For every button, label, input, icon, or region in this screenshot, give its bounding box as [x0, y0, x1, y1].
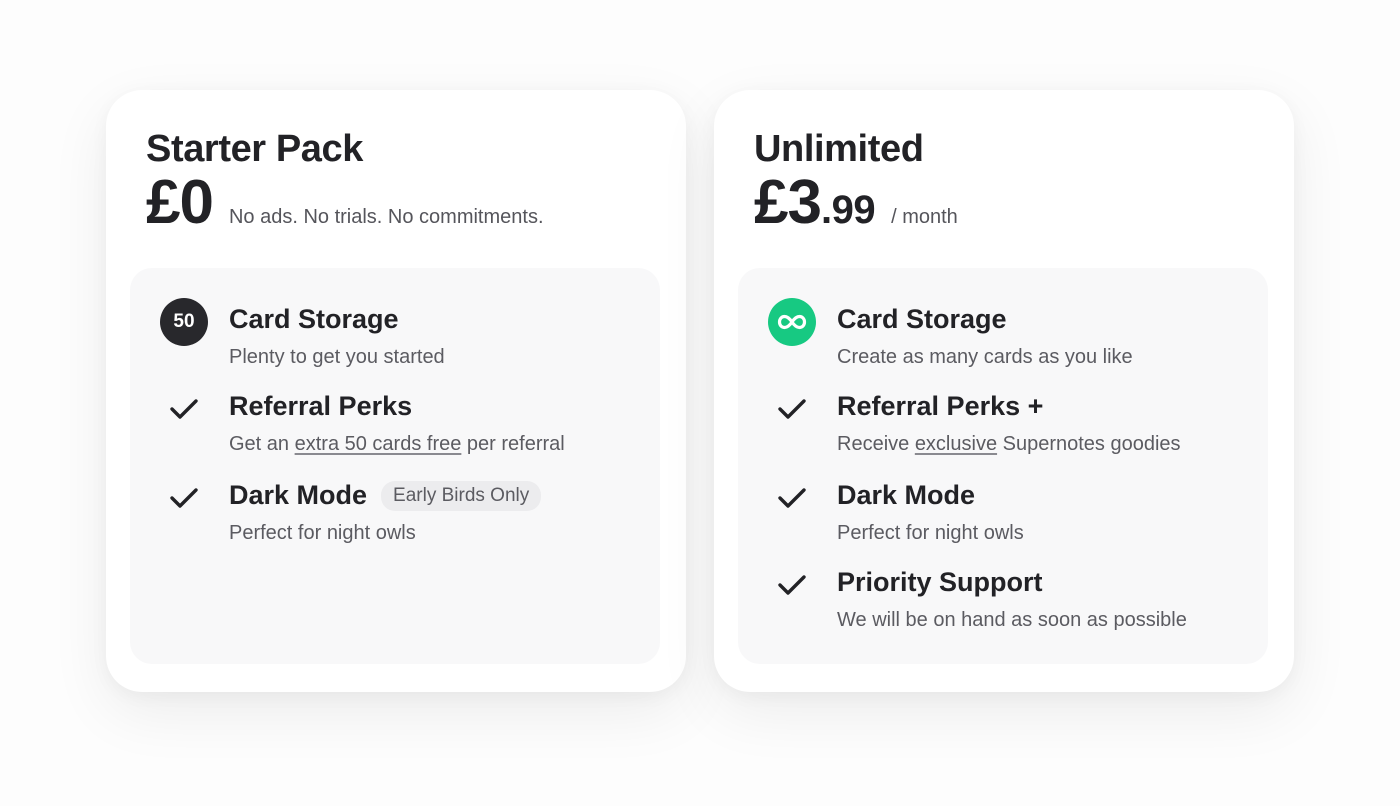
feature-title: Priority Support	[837, 567, 1043, 597]
check-icon	[160, 385, 208, 433]
desc-text: Receive	[837, 433, 915, 455]
feature-desc: Perfect for night owls	[837, 522, 1024, 544]
50-badge-icon: 50	[160, 298, 208, 346]
price-amount: £3	[754, 168, 822, 237]
feature-desc: Create as many cards as you like	[837, 346, 1133, 368]
feature-title: Referral Perks	[229, 391, 413, 421]
check-icon	[160, 474, 208, 522]
price-amount: £0	[146, 168, 214, 237]
check-icon	[768, 385, 816, 433]
features-panel: 50 Card Storage Plenty to get you starte…	[130, 268, 660, 664]
price-note: No ads. No trials. No commitments.	[228, 206, 544, 228]
infinity-icon	[768, 298, 816, 346]
desc-text: Supernotes goodies	[997, 433, 1181, 455]
plan-title: Starter Pack	[146, 128, 364, 170]
feature-desc: Perfect for night owls	[229, 522, 416, 544]
price-cents: .99	[820, 188, 876, 232]
plan-card-starter[interactable]: Starter Pack £0 No ads. No trials. No co…	[106, 90, 686, 692]
badge-text: 50	[173, 311, 195, 332]
feature-title: Card Storage	[229, 304, 399, 334]
price-row: £3 .99 / month	[754, 172, 958, 234]
check-icon	[768, 474, 816, 522]
early-birds-badge: Early Birds Only	[381, 480, 542, 511]
check-icon	[768, 561, 816, 609]
plan-title: Unlimited	[754, 128, 924, 170]
feature-desc: Receive exclusive Supernotes goodies	[837, 433, 1181, 456]
extra-cards-link[interactable]: extra 50 cards free	[295, 433, 462, 455]
feature-title: Dark Mode	[837, 480, 976, 510]
feature-desc: We will be on hand as soon as possible	[837, 609, 1187, 631]
exclusive-link[interactable]: exclusive	[915, 433, 997, 455]
feature-title: Referral Perks +	[837, 391, 1044, 421]
price-period: / month	[891, 206, 958, 228]
feature-desc: Get an extra 50 cards free per referral	[229, 433, 565, 456]
features-panel: Card Storage Create as many cards as you…	[738, 268, 1268, 664]
feature-desc: Plenty to get you started	[229, 346, 445, 368]
feature-title: Dark Mode	[229, 480, 368, 510]
desc-text: Get an	[229, 433, 295, 455]
price-row: £0 No ads. No trials. No commitments.	[146, 172, 544, 234]
plan-card-unlimited[interactable]: Unlimited £3 .99 / month Card Storage Cr…	[714, 90, 1294, 692]
desc-text: per referral	[461, 433, 565, 455]
feature-title: Card Storage	[837, 304, 1007, 334]
feature-title-row: Dark Mode Early Birds Only	[229, 480, 542, 511]
